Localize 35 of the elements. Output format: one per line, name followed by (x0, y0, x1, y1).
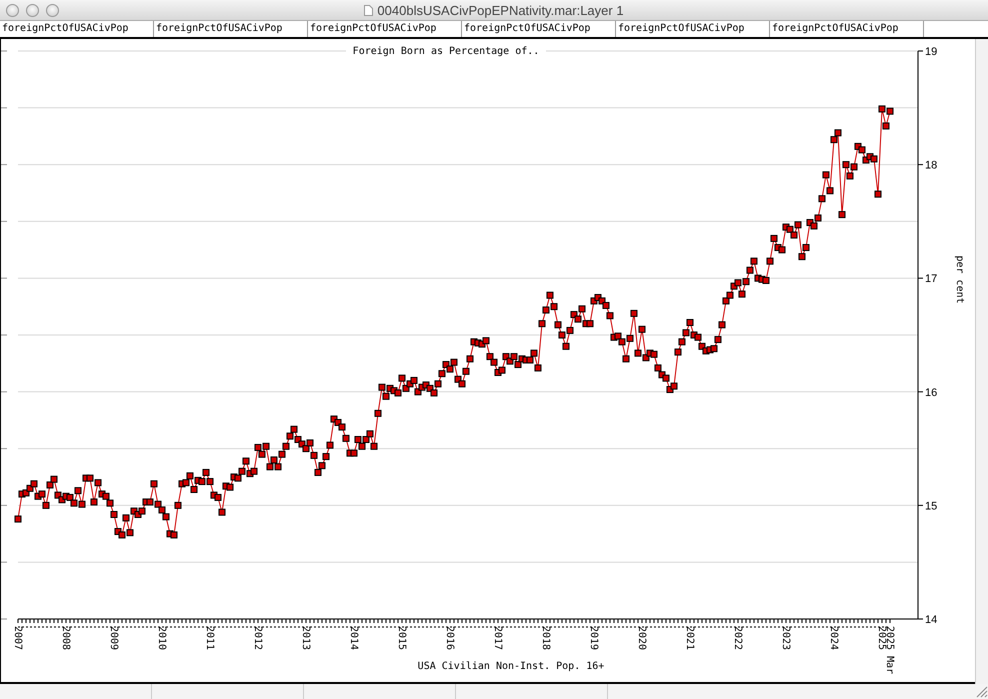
x-tick-label: 2016 (444, 626, 455, 650)
column-header[interactable]: foreignPctOfUSACivPop (616, 21, 770, 37)
x-tick-label: 2018 (540, 626, 551, 650)
y-tick-label: 17 (925, 273, 938, 286)
x-tick-label: 2019 (588, 626, 599, 650)
column-header[interactable]: foreignPctOfUSACivPop (308, 21, 462, 37)
y-tick-label: 18 (925, 160, 938, 172)
x-tick-label: 2025 (876, 626, 887, 650)
x-axis-label: USA Civilian Non-Inst. Pop. 16+ (418, 661, 604, 672)
x-tick-label: 2014 (348, 626, 359, 650)
y-tick-label: 16 (925, 386, 938, 399)
x-tick-label: 2013 (300, 626, 311, 650)
x-tick-label: 2024 (828, 626, 839, 650)
window-title: 0040blsUSACivPopEPNativity.mar:Layer 1 (377, 2, 624, 18)
x-tick-label: 2011 (204, 626, 215, 650)
x-tick-label: 2023 (780, 626, 791, 650)
y-tick-label: 15 (925, 500, 938, 512)
x-tick-label: 2010 (156, 626, 167, 650)
y-tick-label: 19 (925, 46, 938, 58)
chart-title: Foreign Born as Percentage of.. (352, 46, 540, 57)
column-header[interactable]: foreignPctOfUSACivPop (770, 21, 924, 37)
x-tick-label: 2020 (636, 626, 647, 650)
x-tick-label: 2009 (108, 626, 119, 650)
x-tick-label: 2012 (252, 626, 263, 650)
x-tick-label: 2017 (492, 626, 503, 650)
x-tick-label: 2015 (396, 626, 407, 650)
column-header[interactable]: foreignPctOfUSACivPop (462, 21, 616, 37)
column-header[interactable]: foreignPctOfUSACivPop (0, 21, 154, 37)
x-tick-label: 2021 (684, 626, 695, 650)
column-header[interactable]: foreignPctOfUSACivPop (154, 21, 308, 37)
x-tick-label: 2007 (12, 626, 23, 650)
x-tick-label: 2008 (60, 626, 71, 650)
y-axis-label: per cent (954, 255, 965, 304)
y-tick-label: 14 (925, 614, 938, 626)
x-tick-label: 2022 (732, 626, 743, 650)
